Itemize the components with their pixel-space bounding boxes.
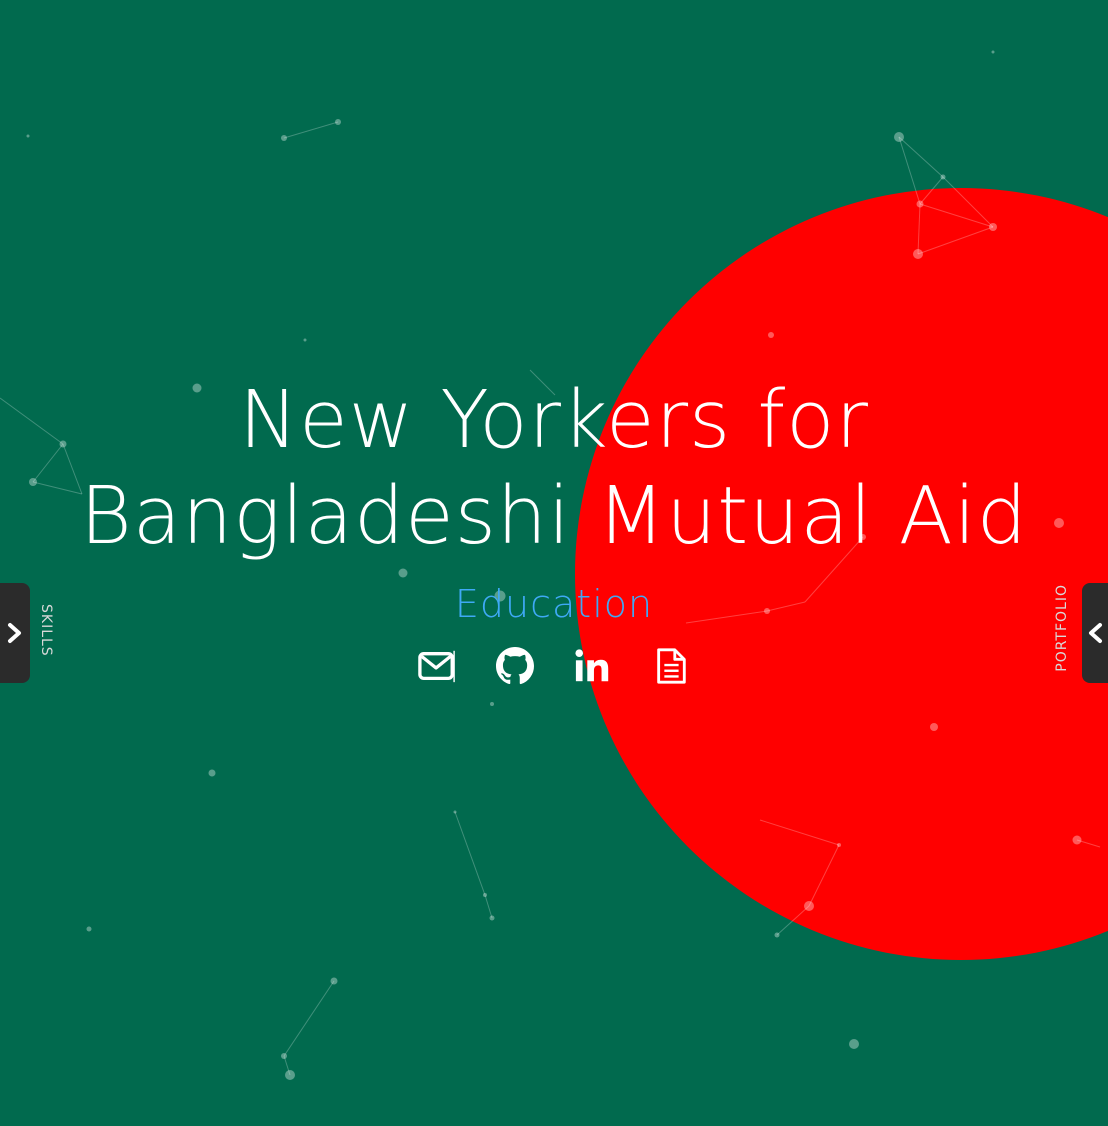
chevron-left-icon [1089,623,1102,643]
subtitle: Education [454,582,654,626]
email-icon [418,650,455,683]
social-links [0,646,1108,686]
linkedin-icon [575,649,609,682]
skills-nav-label[interactable]: SKILLS [38,604,54,657]
github-link[interactable] [495,646,535,686]
portfolio-nav-label[interactable]: PORTFOLIO [1054,584,1070,672]
linkedin-link[interactable] [573,646,613,686]
landing-page: New Yorkers for Bangladeshi Mutual Aid E… [0,0,1108,1126]
page-title: New Yorkers for Bangladeshi Mutual Aid [0,372,1108,564]
resume-link[interactable] [651,646,691,686]
skills-nav-button[interactable] [0,583,30,683]
resume-icon [657,648,686,684]
portfolio-nav-button[interactable] [1082,583,1108,683]
chevron-right-icon [8,623,21,643]
github-icon [496,647,534,685]
title-line-1: New Yorkers for [239,374,869,466]
hero: New Yorkers for Bangladeshi Mutual Aid E… [0,372,1108,686]
title-line-2: Bangladeshi Mutual Aid [80,470,1028,562]
email-link[interactable] [417,646,457,686]
